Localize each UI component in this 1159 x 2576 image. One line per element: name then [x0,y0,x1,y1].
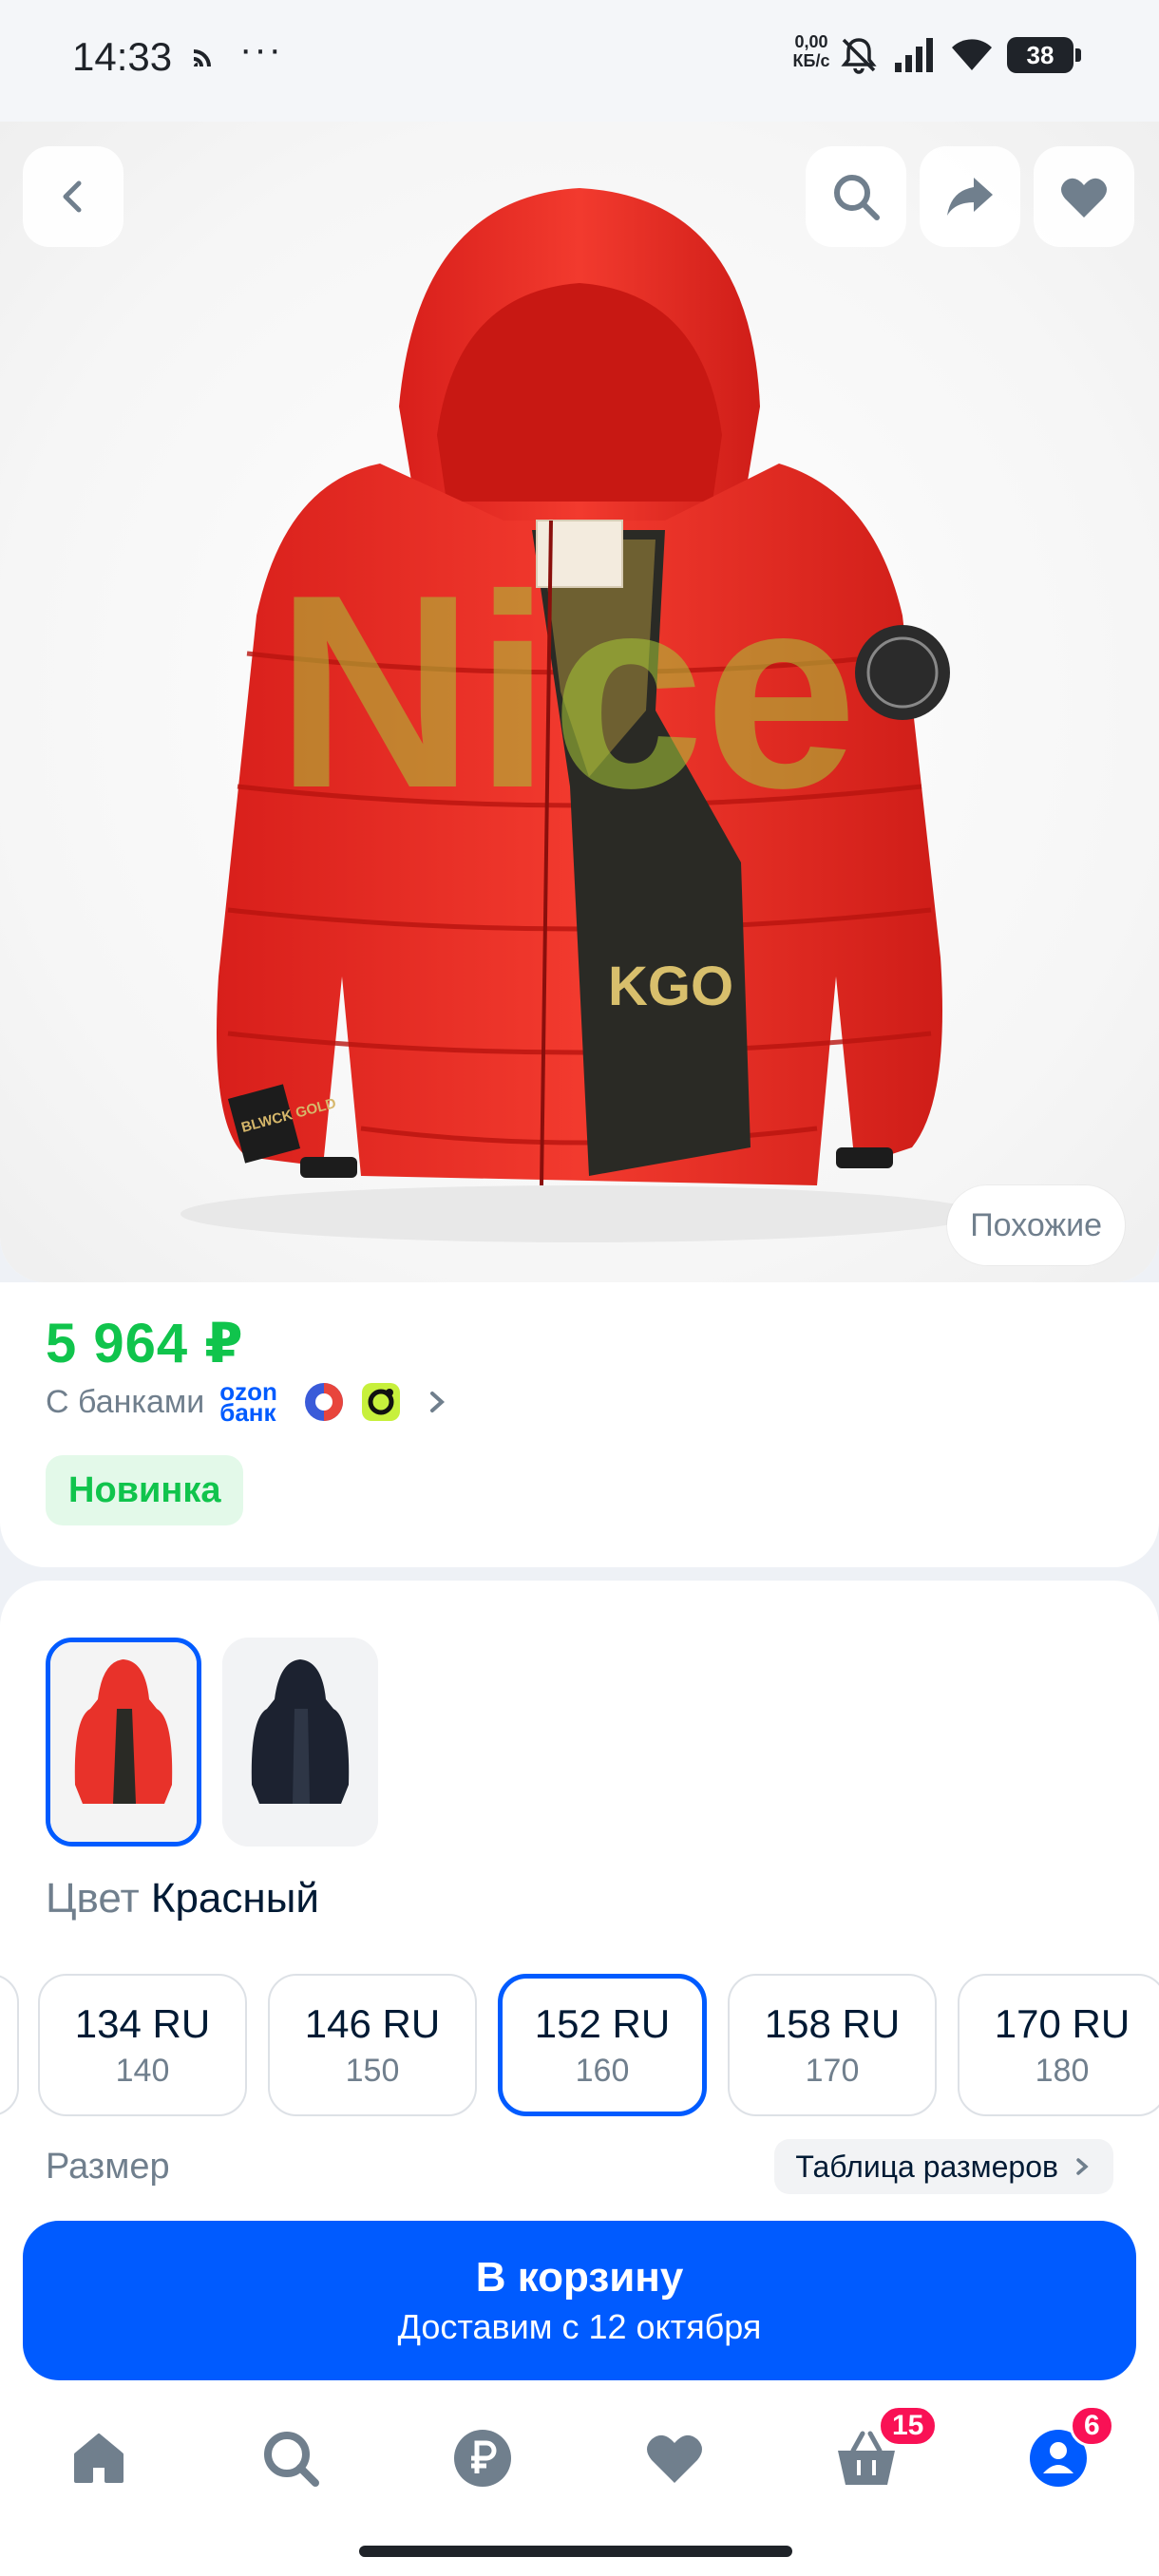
size-main: 146 RU [304,2000,441,2046]
size-option[interactable]: 158 RU 170 [728,1974,937,2116]
favorite-button[interactable] [1034,146,1134,247]
heart-icon [1061,178,1107,218]
new-badge: Новинка [46,1455,244,1525]
bank-offers[interactable]: С банками ozon банк [46,1379,451,1427]
ozon-bank-logo: ozon банк [219,1379,288,1427]
cast-icon [193,49,211,67]
color-key: Цвет [46,1875,140,1922]
nav-search[interactable] [253,2420,329,2496]
price-card: 5 964 ₽ С банками ozon банк Новинка [0,1282,1159,1567]
size-selector: 134 RU 140 146 RU 150 152 RU 160 158 RU … [0,1974,1159,2122]
nav-cart[interactable]: 15 [828,2405,939,2496]
size-option[interactable]: 170 RU 180 [958,1974,1159,2116]
status-bar: 14:33 ··· 0,00 КБ/с 38 [0,0,1159,122]
nav-home[interactable] [61,2420,137,2496]
back-button[interactable] [23,146,124,247]
size-option-partial[interactable] [0,1974,19,2116]
chevron-right-icon [430,1392,446,1412]
battery-icon: 38 [1007,37,1081,73]
black-jacket-thumbnail [222,1638,378,1847]
share-button[interactable] [920,146,1020,247]
size-main: 152 RU [534,2000,671,2046]
nav-profile[interactable]: 6 [1020,2405,1114,2496]
size-sub: 150 [345,2052,400,2089]
size-option[interactable]: 146 RU 150 [268,1974,477,2116]
bank-logo-icon-2 [362,1383,401,1421]
speed-unit: КБ/с [792,51,830,70]
size-sub: 160 [575,2052,630,2089]
size-label: Размер [46,2147,170,2187]
color-option-red[interactable] [46,1638,201,1847]
size-sub: 140 [115,2052,170,2089]
status-icons: 38 [838,32,1081,78]
size-main: 170 RU [994,2000,1130,2046]
product-image: BLWCK GOLD KGO Nice [180,188,978,1242]
cart-count-badge: 15 [878,2405,939,2447]
bank-logo-icon [305,1383,344,1421]
network-speed: 0,00 КБ/с [785,32,838,70]
cart-title: В корзину [475,2254,684,2301]
signal-icon [895,38,933,72]
size-main: 158 RU [764,2000,901,2046]
price: 5 964 ₽ [46,1313,244,1374]
nav-finance[interactable] [445,2420,521,2496]
heart-icon [647,2434,702,2483]
profile-notification-badge: 6 [1070,2405,1114,2447]
color-label: Цвет Красный [46,1875,319,1923]
speed-value: 0,00 [794,32,828,51]
watermark: Nice [276,538,858,845]
mute-icon [841,38,877,74]
similar-button[interactable]: Похожие [947,1185,1125,1265]
cart-subtitle: Доставим с 12 октября [397,2307,762,2346]
size-sub: 170 [805,2052,860,2089]
ruble-icon [454,2430,511,2487]
chevron-right-icon [1076,2158,1089,2175]
size-sub: 180 [1035,2052,1090,2089]
size-table-label: Таблица размеров [795,2149,1058,2184]
red-jacket-thumbnail [50,1642,197,1842]
share-icon [947,178,993,216]
cart-bar: В корзину Доставим с 12 октября [0,2202,1159,2392]
banks-label: С банками [46,1383,205,1420]
search-icon [264,2432,319,2487]
size-option[interactable]: 134 RU 140 [38,1974,247,2116]
ozon-bank-logo-line2: банк [219,1398,276,1427]
size-table-button[interactable]: Таблица размеров [774,2139,1113,2194]
more-notifications-icon: ··· [239,28,283,70]
nav-favorites[interactable] [636,2420,712,2496]
search-icon [834,175,880,220]
chevron-left-icon [63,180,82,213]
search-button[interactable] [806,146,906,247]
color-value: Красный [150,1875,319,1922]
home-icon [74,2434,124,2483]
size-main: 134 RU [74,2000,211,2046]
jacket-lining-text: KGO [608,956,733,1017]
wifi-icon [952,39,992,70]
add-to-cart-button[interactable]: В корзину Доставим с 12 октября [23,2221,1136,2380]
color-option-black[interactable] [222,1638,378,1847]
size-option-selected[interactable]: 152 RU 160 [498,1974,707,2116]
status-time: 14:33 [72,34,173,79]
battery-level: 38 [1026,40,1054,69]
product-image-gallery[interactable]: BLWCK GOLD KGO Nice Похожие [0,122,1159,1282]
home-indicator[interactable] [359,2546,792,2557]
